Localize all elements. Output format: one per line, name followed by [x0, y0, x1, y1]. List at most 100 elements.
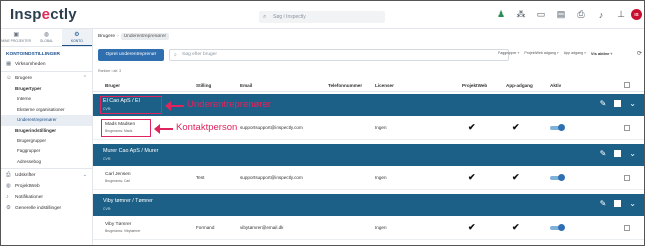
- filter-app[interactable]: App adgang: [564, 51, 586, 56]
- group-cvr: CVR:: [103, 207, 112, 211]
- contact-licens: Ingen: [375, 175, 387, 180]
- projektweb-check-icon: ✔: [468, 172, 476, 182]
- breadcrumb-root[interactable]: Brugere: [98, 34, 115, 39]
- edit-icon[interactable]: ✎: [600, 199, 607, 208]
- group-actions: ✎ ⌄: [600, 99, 636, 108]
- column-aktiv[interactable]: Aktiv: [550, 83, 561, 88]
- column-licenser[interactable]: Licenser: [375, 83, 394, 88]
- sidebar-item-brugere[interactable]: ☺ Brugere ⌃: [1, 73, 92, 84]
- contact-stilling: Test: [196, 175, 205, 180]
- sidebar-item-brugergrupper[interactable]: Brugergrupper: [1, 136, 92, 147]
- table-row[interactable]: Carl Jensen Brugeransv. Carl Test suppor…: [93, 166, 644, 190]
- contact-arrow: [154, 124, 173, 134]
- sidebar-item-interne[interactable]: Interne: [1, 94, 92, 105]
- row-count: Rækker i alt: 3: [98, 69, 122, 73]
- avatar[interactable]: IS: [631, 9, 642, 20]
- filter-faggrupper[interactable]: Faggrupper: [498, 51, 519, 56]
- edit-icon[interactable]: ✎: [600, 149, 607, 158]
- tab-mine-projekter[interactable]: ▣ MINE PROJEKTER: [1, 29, 31, 46]
- contact-role: Brugeransv. Carl: [105, 179, 131, 183]
- sidebar-item-adressebog[interactable]: Adressebog: [1, 157, 92, 168]
- column-stilling[interactable]: Stilling: [196, 83, 211, 88]
- row-checkbox[interactable]: [624, 175, 630, 181]
- edit-icon[interactable]: ✎: [600, 99, 607, 108]
- contact-licens: Ingen: [375, 125, 387, 130]
- filter-visibility[interactable]: Vis aktive: [591, 51, 613, 56]
- active-toggle[interactable]: [550, 224, 565, 231]
- top-toolbar: ♟ ⁂ ▭ ▤ ⎙ ♪ ⊥: [496, 9, 626, 20]
- document-icon[interactable]: ▤: [556, 9, 566, 20]
- chevron-down-icon[interactable]: ⌄: [629, 199, 636, 208]
- column-projektweb[interactable]: ProjektWeb: [462, 83, 487, 88]
- globe-icon: ◍: [43, 32, 50, 38]
- group-name: Viby tømrer / Tømrer: [103, 198, 153, 204]
- tab-konto[interactable]: ⚙ KONTO: [61, 29, 92, 46]
- column-app[interactable]: App-adgang: [506, 83, 533, 88]
- projektweb-check-icon: ✔: [468, 222, 476, 232]
- contact-highlight-box: [101, 119, 151, 137]
- subcontractor-highlight-box: [100, 96, 162, 114]
- sidebar-subheading-brugertyper: Brugertyper: [15, 86, 42, 91]
- user-search-input[interactable]: ⌕ Søg efter bruger: [169, 49, 509, 61]
- contact-email: vibytømrer@email.dk: [240, 225, 284, 230]
- app-check-icon: ✔: [512, 172, 520, 182]
- refresh-icon[interactable]: ⟳: [637, 50, 642, 57]
- row-checkbox[interactable]: [624, 225, 630, 231]
- app-check-icon: ✔: [512, 222, 520, 232]
- sidebar-item-generelle[interactable]: ⚙ Generelle indstillinger: [1, 203, 92, 214]
- pin-icon[interactable]: ⊥: [616, 9, 626, 20]
- sidebar-item-eksterne[interactable]: Eksterne organisationer: [1, 105, 92, 116]
- print-icon: ⎙: [6, 172, 11, 178]
- table-row[interactable]: Viby Tømrer Brugeransv. Vibytømrer Forma…: [93, 216, 644, 240]
- row-checkbox[interactable]: [624, 125, 630, 131]
- building-icon: ▦: [6, 61, 12, 67]
- sidebar-item-udskrifter[interactable]: ⎙ Udskrifter ⌄: [1, 170, 92, 181]
- chevron-down-icon: ⌄: [82, 172, 87, 178]
- filter-projektweb[interactable]: ProjektWeb adgang: [524, 51, 558, 56]
- subcontractor-group[interactable]: Viby tømrer / Tømrer CVR: ✎ ⌄: [93, 194, 644, 216]
- devices-icon[interactable]: ▭: [536, 9, 546, 20]
- active-toggle[interactable]: [550, 174, 565, 181]
- sidebar-item-virksomheden[interactable]: ▦ Virksomheden: [1, 59, 92, 70]
- chevron-down-icon[interactable]: ⌄: [629, 149, 636, 158]
- print-icon[interactable]: ⎙: [576, 9, 586, 20]
- sidebar-item-projektweb[interactable]: ◍ ProjektWeb: [1, 181, 92, 192]
- user-icon[interactable]: ♟: [496, 9, 506, 20]
- column-email[interactable]: Email: [240, 83, 252, 88]
- global-search-input[interactable]: ⌕ Søg i Inspectly: [259, 11, 385, 23]
- contact-annotation: Kontaktperson: [176, 122, 238, 133]
- search-icon: ⌕: [174, 52, 177, 58]
- column-bruger[interactable]: Bruger: [105, 83, 120, 88]
- bell-icon[interactable]: ♪: [596, 10, 606, 20]
- sidebar-item-underentreprenorer[interactable]: Underentreprenører: [1, 115, 92, 126]
- search-icon: ⌕: [263, 14, 267, 20]
- app-check-icon: ✔: [512, 122, 520, 132]
- contact-role: Brugeransv. Vibytømrer: [105, 229, 141, 233]
- gear-icon: ⚙: [6, 205, 11, 211]
- create-subcontractor-button[interactable]: Opret underentreprenør: [98, 49, 164, 61]
- divider: [1, 71, 92, 72]
- group-checkbox[interactable]: [614, 100, 622, 107]
- briefcase-icon: ▣: [13, 32, 19, 38]
- contact-email: supportsupport@inspectly.com: [240, 175, 303, 180]
- breadcrumb-separator: ›: [117, 34, 119, 39]
- inspectly-logo[interactable]: Inspectly: [10, 6, 77, 23]
- divider: [1, 168, 92, 169]
- gear-icon: ⚙: [74, 32, 80, 38]
- subcontractor-arrow: [165, 101, 184, 111]
- sidebar-item-faggrupper[interactable]: Faggrupper: [1, 146, 92, 157]
- active-toggle[interactable]: [550, 124, 565, 131]
- top-bar: Inspectly ⌕ Søg i Inspectly ♟ ⁂ ▭ ▤ ⎙ ♪ …: [1, 1, 644, 29]
- chevron-down-icon[interactable]: ⌄: [629, 99, 636, 108]
- group-checkbox[interactable]: [614, 150, 622, 157]
- apps-icon[interactable]: ⁂: [516, 9, 526, 20]
- group-checkbox[interactable]: [614, 200, 622, 207]
- group-name: Murer Cao ApS / Murer: [103, 148, 159, 154]
- subcontractor-group[interactable]: Murer Cao ApS / Murer CVR: ✎ ⌄: [93, 144, 644, 166]
- table-header: Bruger Stilling Email Telefonnummer Lice…: [93, 79, 644, 92]
- column-telefon[interactable]: Telefonnummer: [328, 83, 362, 88]
- sidebar-item-notifikationer[interactable]: ♪ Notifikationer: [1, 192, 92, 203]
- contact-email: supportsupport@inspectly.com: [240, 125, 303, 130]
- tab-global[interactable]: ◍ GLOBAL: [31, 29, 61, 46]
- select-all-checkbox[interactable]: [624, 82, 630, 88]
